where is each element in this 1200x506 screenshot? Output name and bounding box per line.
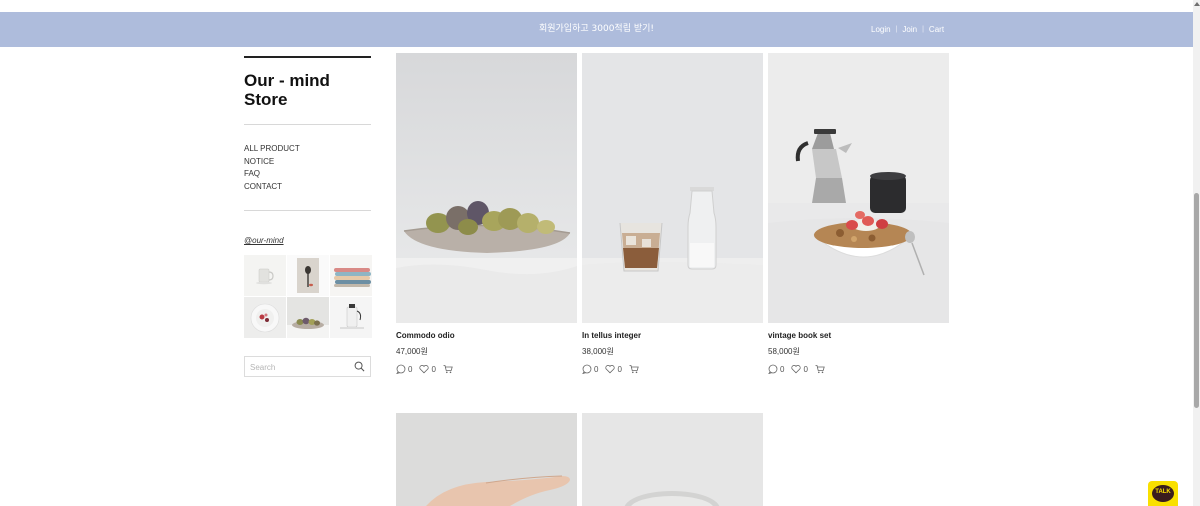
product-price: 58,000원 <box>768 347 800 356</box>
divider <box>244 124 371 125</box>
instagram-thumb-mug[interactable] <box>244 255 286 296</box>
cart-link[interactable]: Cart <box>929 25 944 34</box>
like-count: 0 <box>803 364 808 374</box>
cart-icon[interactable] <box>443 364 453 374</box>
product-card: In tellus integer 38,000원 0 0 <box>582 53 763 374</box>
instagram-handle-link[interactable]: @our-mind <box>244 236 284 245</box>
login-link[interactable]: Login <box>871 25 891 34</box>
cart-icon[interactable] <box>815 364 825 374</box>
instagram-thumb-kettle[interactable] <box>330 297 372 338</box>
product-card <box>396 413 577 506</box>
product-card: Commodo odio 47,000원 0 0 <box>396 53 577 374</box>
link-separator: | <box>922 26 924 33</box>
scrollbar-thumb[interactable] <box>1194 193 1199 408</box>
product-image-breakfast[interactable] <box>768 53 949 323</box>
product-card: vintage book set 58,000원 0 0 <box>768 53 949 374</box>
product-actions: 0 0 <box>582 364 763 374</box>
product-image-latte[interactable] <box>582 53 763 323</box>
account-links: Login | Join | Cart <box>871 12 944 47</box>
product-name[interactable]: In tellus integer <box>582 331 763 340</box>
scroll-up-arrow-icon[interactable] <box>1194 2 1200 6</box>
product-price: 38,000원 <box>582 347 614 356</box>
comment-icon[interactable] <box>582 364 592 374</box>
comment-count: 0 <box>594 364 599 374</box>
product-price: 47,000원 <box>396 347 428 356</box>
product-image-hand[interactable] <box>396 413 577 506</box>
category-nav: ALL PRODUCT NOTICE FAQ CONTACT <box>244 143 371 193</box>
cart-icon[interactable] <box>629 364 639 374</box>
sidebar: Our - mind Store ALL PRODUCT NOTICE FAQ … <box>244 56 372 377</box>
heart-icon[interactable] <box>419 364 430 374</box>
search-input[interactable] <box>245 358 350 377</box>
instagram-thumb-plates[interactable] <box>330 255 372 296</box>
comment-icon[interactable] <box>396 364 406 374</box>
divider <box>244 210 371 211</box>
nav-all-product[interactable]: ALL PRODUCT <box>244 143 371 156</box>
instagram-thumb-spoon[interactable] <box>287 255 329 296</box>
comment-count: 0 <box>408 364 413 374</box>
kakao-talk-button[interactable]: TALK <box>1148 481 1178 506</box>
promo-text[interactable]: 회원가입하고 3000적립 받기! <box>0 12 1193 47</box>
product-actions: 0 0 <box>768 364 949 374</box>
like-count: 0 <box>617 364 622 374</box>
nav-contact[interactable]: CONTACT <box>244 181 371 194</box>
comment-icon[interactable] <box>768 364 778 374</box>
talk-label: TALK <box>1155 489 1171 495</box>
product-name[interactable]: Commodo odio <box>396 331 577 340</box>
like-count: 0 <box>431 364 436 374</box>
product-image-bowl[interactable] <box>582 413 763 506</box>
instagram-feed <box>244 255 372 338</box>
search-icon[interactable] <box>354 361 365 372</box>
join-link[interactable]: Join <box>902 25 917 34</box>
store-logo-title[interactable]: Our - mind Store <box>244 71 354 109</box>
product-name[interactable]: vintage book set <box>768 331 949 340</box>
product-card <box>582 413 763 506</box>
top-banner: 회원가입하고 3000적립 받기! Login | Join | Cart <box>0 12 1193 47</box>
divider <box>244 56 371 58</box>
instagram-thumb-figs[interactable] <box>287 297 329 338</box>
nav-notice[interactable]: NOTICE <box>244 156 371 169</box>
search-box <box>244 356 371 377</box>
product-image-figs[interactable] <box>396 53 577 323</box>
link-separator: | <box>895 26 898 33</box>
instagram-thumb-plate[interactable] <box>244 297 286 338</box>
heart-icon[interactable] <box>791 364 802 374</box>
heart-icon[interactable] <box>605 364 616 374</box>
nav-faq[interactable]: FAQ <box>244 168 371 181</box>
product-actions: 0 0 <box>396 364 577 374</box>
comment-count: 0 <box>780 364 785 374</box>
